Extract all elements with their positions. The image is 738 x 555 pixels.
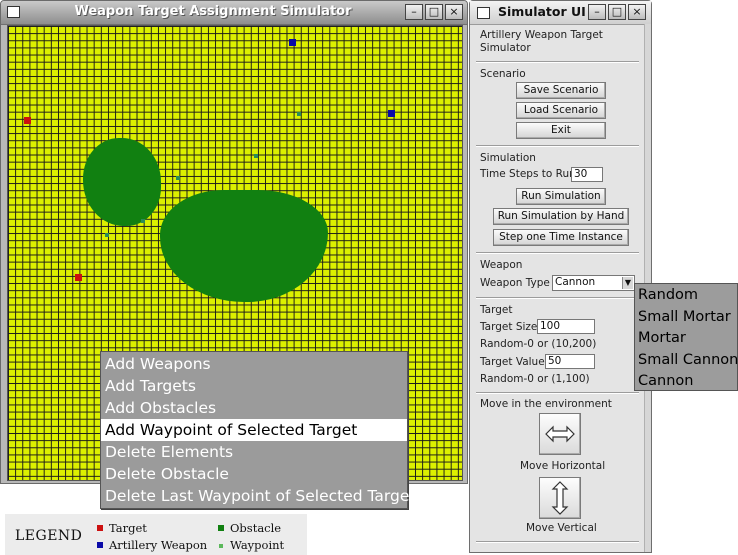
target-value-label: Target Value — [480, 356, 545, 368]
weapon-option-small-mortar[interactable]: Small Mortar — [635, 307, 737, 329]
app-subtitle-line1: Artillery Weapon Target — [480, 29, 603, 41]
ui-window-title: Simulator UI — [498, 4, 586, 19]
divider — [476, 297, 639, 299]
waypoint-marker[interactable] — [105, 233, 109, 237]
exit-button[interactable]: Exit — [516, 122, 606, 139]
minimize-button[interactable]: – — [588, 4, 606, 20]
artillery-weapon-marker[interactable] — [388, 110, 395, 117]
move-horizontal-button[interactable] — [539, 413, 581, 455]
target-value-hint: Random-0 or (1,100) — [480, 373, 590, 385]
simulator-ui-window: Simulator UI – □ × Artillery Weapon Targ… — [469, 0, 652, 553]
target-marker[interactable] — [75, 274, 82, 281]
step-time-instance-button[interactable]: Step one Time Instance — [493, 229, 629, 246]
maximize-button[interactable]: □ — [425, 4, 443, 20]
obstacle[interactable] — [160, 190, 328, 302]
weapon-option-random[interactable]: Random — [635, 285, 737, 307]
window-menu-icon[interactable] — [477, 7, 490, 19]
target-swatch-icon — [97, 525, 103, 531]
time-steps-label: Time Steps to Run — [480, 168, 576, 180]
weapon-option-mortar[interactable]: Mortar — [635, 328, 737, 350]
divider — [476, 145, 639, 147]
chevron-down-icon[interactable]: ▼ — [622, 277, 633, 289]
save-scenario-button[interactable]: Save Scenario — [516, 82, 606, 99]
weapon-type-label: Weapon Type — [480, 277, 550, 289]
legend-item-obstacle: Obstacle — [218, 521, 281, 535]
main-title-bar[interactable]: Weapon Target Assignment Simulator – □ × — [1, 1, 467, 25]
target-marker[interactable] — [24, 117, 31, 124]
waypoint-marker[interactable] — [254, 154, 258, 158]
run-simulation-button[interactable]: Run Simulation — [516, 188, 606, 205]
menu-item-add-waypoint[interactable]: Add Waypoint of Selected Target — [101, 419, 407, 441]
divider — [476, 541, 639, 543]
target-heading: Target — [480, 304, 513, 316]
time-steps-input[interactable]: 30 — [571, 167, 603, 182]
legend-item-target: Target — [97, 521, 147, 535]
scenario-heading: Scenario — [480, 68, 526, 80]
waypoint-marker[interactable] — [141, 219, 145, 223]
minimize-button[interactable]: – — [405, 4, 423, 20]
target-size-input[interactable]: 100 — [537, 319, 595, 334]
menu-item-delete-obstacle[interactable]: Delete Obstacle — [101, 463, 407, 485]
waypoint-marker[interactable] — [297, 112, 301, 116]
close-button[interactable]: × — [445, 4, 463, 20]
weapon-type-dropdown-list: Random Small Mortar Mortar Small Cannon … — [634, 283, 738, 391]
main-window-title: Weapon Target Assignment Simulator — [74, 4, 352, 19]
weapon-heading: Weapon — [480, 259, 523, 271]
divider — [476, 61, 639, 63]
vertical-arrows-icon — [551, 481, 569, 515]
divider — [476, 252, 639, 254]
menu-item-add-targets[interactable]: Add Targets — [101, 375, 407, 397]
artillery-weapon-marker[interactable] — [289, 39, 296, 46]
move-vertical-button[interactable] — [539, 477, 581, 519]
weapon-type-select[interactable]: Cannon ▼ — [552, 275, 635, 291]
maximize-button[interactable]: □ — [608, 4, 626, 20]
move-heading: Move in the environment — [480, 398, 612, 410]
close-button[interactable]: × — [628, 4, 646, 20]
legend-title: LEGEND — [15, 528, 83, 544]
move-horizontal-label: Move Horizontal — [520, 460, 606, 472]
weapon-option-small-cannon[interactable]: Small Cannon — [635, 350, 738, 372]
obstacle-swatch-icon — [218, 525, 224, 531]
target-value-input[interactable]: 50 — [545, 354, 595, 369]
load-scenario-button[interactable]: Load Scenario — [516, 102, 606, 119]
menu-item-add-weapons[interactable]: Add Weapons — [101, 353, 407, 375]
menu-item-add-obstacles[interactable]: Add Obstacles — [101, 397, 407, 419]
waypoint-swatch-icon — [219, 544, 223, 548]
run-simulation-by-hand-button[interactable]: Run Simulation by Hand — [493, 208, 629, 225]
move-vertical-label: Move Vertical — [526, 522, 597, 534]
obstacle[interactable] — [83, 138, 161, 226]
legend: LEGEND Target Artillery Weapon Obstacle … — [5, 514, 307, 555]
target-size-label: Target Size — [480, 321, 538, 333]
target-size-hint: Random-0 or (10,200) — [480, 338, 597, 350]
divider — [476, 392, 639, 394]
context-menu: Add Weapons Add Targets Add Obstacles Ad… — [100, 351, 415, 509]
waypoint-marker[interactable] — [176, 176, 180, 180]
legend-item-artillery: Artillery Weapon — [97, 538, 207, 552]
horizontal-arrows-icon — [545, 425, 575, 443]
app-subtitle-line2: Simulator — [480, 42, 531, 54]
legend-item-waypoint: Waypoint — [218, 538, 284, 552]
ui-title-bar[interactable]: Simulator UI – □ × — [470, 1, 651, 25]
window-menu-icon[interactable] — [7, 6, 20, 18]
weapon-option-cannon[interactable]: Cannon — [635, 371, 737, 393]
menu-item-delete-last-waypoint[interactable]: Delete Last Waypoint of Selected Target — [101, 485, 415, 507]
menu-item-delete-elements[interactable]: Delete Elements — [101, 441, 407, 463]
simulation-heading: Simulation — [480, 152, 536, 164]
artillery-swatch-icon — [97, 542, 103, 548]
